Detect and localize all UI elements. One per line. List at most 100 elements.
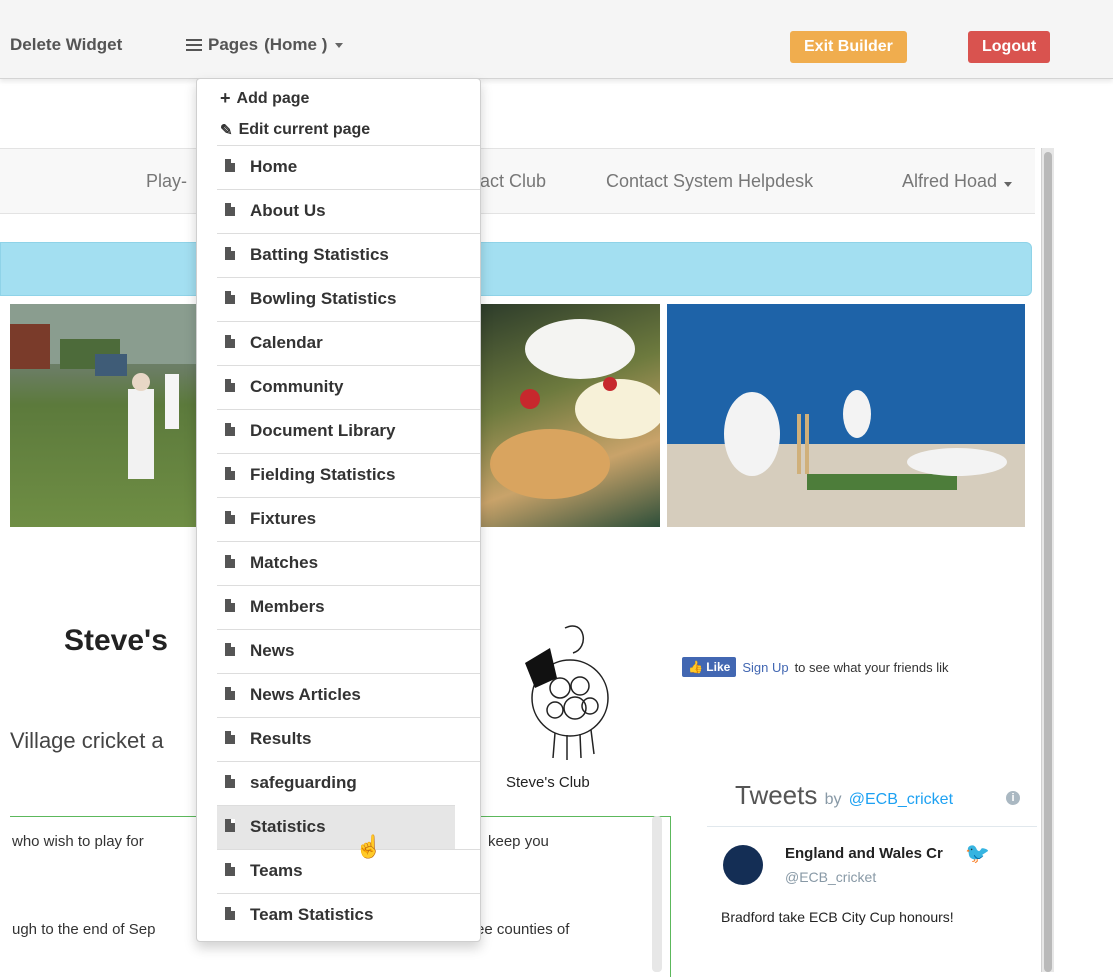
edit-current-page-label: Edit current page xyxy=(238,121,371,138)
page-menu-item-label: Team Statistics xyxy=(250,905,374,924)
nav-item-play[interactable]: Play- xyxy=(146,171,187,192)
page-menu-item-label: Teams xyxy=(250,861,303,880)
cricket-match-illustration xyxy=(10,304,200,479)
page-menu-item-label: Batting Statistics xyxy=(250,245,389,264)
page-menu-item-label: About Us xyxy=(250,201,326,220)
tweet-author-name[interactable]: England and Wales Cr xyxy=(785,845,943,862)
indoor-cricket-illustration xyxy=(667,304,1025,527)
delete-widget-button[interactable]: Delete Widget xyxy=(10,35,122,55)
page-menu-item[interactable]: Community xyxy=(217,365,480,409)
file-icon xyxy=(225,379,235,392)
logout-button[interactable]: Logout xyxy=(968,31,1051,63)
nav-item-contact-club[interactable]: act Club xyxy=(480,171,546,192)
caret-down-icon xyxy=(1004,182,1013,187)
page-menu-item-label: safeguarding xyxy=(250,773,357,792)
thumbs-up-icon: 👍 xyxy=(688,660,703,674)
page-menu-item[interactable]: Document Library xyxy=(217,409,480,453)
page-menu-item[interactable]: Members xyxy=(217,585,480,629)
page-menu-item[interactable]: News Articles xyxy=(217,673,480,717)
site-navbar: Play- act Club Contact System Helpdesk A… xyxy=(0,148,1035,214)
builder-toolbar: Delete Widget Pages (Home ) Exit Builder… xyxy=(0,0,1113,79)
facebook-signup-link[interactable]: Sign Up xyxy=(742,660,788,675)
page-menu-item-label: Calendar xyxy=(250,333,323,352)
tweets-handle-link[interactable]: @ECB_cricket xyxy=(849,791,953,808)
body-line: ee counties of xyxy=(476,921,570,938)
page-menu-item-label: News xyxy=(250,641,295,660)
file-icon xyxy=(225,731,235,744)
twitter-timeline-widget: Tweets by @ECB_cricket i England and Wal… xyxy=(707,770,1037,972)
facebook-like-button[interactable]: 👍 Like xyxy=(682,657,737,677)
info-icon[interactable]: i xyxy=(1006,791,1020,805)
file-icon xyxy=(225,203,235,216)
file-icon xyxy=(225,819,235,832)
tweets-title: Tweets by @ECB_cricket xyxy=(735,780,953,811)
like-label: Like xyxy=(706,660,731,674)
page-menu-item[interactable]: Matches xyxy=(217,541,480,585)
nav-item-user-menu[interactable]: Alfred Hoad xyxy=(902,171,1013,192)
file-icon xyxy=(225,599,235,612)
file-icon xyxy=(225,907,235,920)
cream-tea-illustration xyxy=(490,319,660,499)
scrollbar-thumb[interactable] xyxy=(1044,152,1052,972)
page-menu-item-label: Matches xyxy=(250,553,319,572)
hand-cursor-icon: ☝ xyxy=(355,834,383,859)
tweet-text: Bradford take ECB City Cup honours! xyxy=(721,909,954,925)
page-menu-item-label: Community xyxy=(250,377,344,396)
page-menu-item[interactable]: About Us xyxy=(217,189,480,233)
page-menu-item-label: Home xyxy=(250,157,298,176)
nav-item-contact-helpdesk[interactable]: Contact System Helpdesk xyxy=(606,171,813,192)
page-menu-item-label: Bowling Statistics xyxy=(250,289,397,308)
page-menu-item[interactable]: Team Statistics xyxy=(217,893,480,937)
cream-tea-photo xyxy=(470,304,660,527)
pencil-icon: ✎ xyxy=(220,122,233,139)
page-menu-item[interactable]: Teams xyxy=(217,849,480,893)
cricket-match-photo xyxy=(10,304,200,527)
add-page-menu-item[interactable]: + Add page xyxy=(220,88,309,109)
file-icon xyxy=(225,555,235,568)
edit-current-page-menu-item[interactable]: ✎ Edit current page xyxy=(220,121,370,139)
plus-icon: + xyxy=(220,88,231,108)
info-banner xyxy=(0,242,1032,296)
twitter-bird-icon: 🐦 xyxy=(965,843,990,865)
club-title: Steve's xyxy=(64,624,168,657)
page-menu-item[interactable]: Bowling Statistics xyxy=(217,277,480,321)
page-menu-item[interactable]: Statistics xyxy=(217,805,455,849)
file-icon xyxy=(225,159,235,172)
logo-caption: Steve's Club xyxy=(506,774,590,791)
current-page-label: (Home ) xyxy=(264,35,328,54)
caret-down-icon xyxy=(335,42,344,48)
page-menu-item[interactable]: Fixtures xyxy=(217,497,480,541)
tweet-author-handle[interactable]: @ECB_cricket xyxy=(785,869,876,885)
page-menu-item[interactable]: Fielding Statistics xyxy=(217,453,480,497)
page-menu-item-label: Statistics xyxy=(250,817,326,836)
page-menu-item-label: Document Library xyxy=(250,421,396,440)
facebook-signup-text: to see what your friends lik xyxy=(794,659,949,675)
pages-dropdown-toggle[interactable]: Pages (Home ) xyxy=(186,35,344,55)
add-page-label: Add page xyxy=(236,89,310,107)
avatar[interactable] xyxy=(723,845,763,885)
page-menu-item[interactable]: safeguarding xyxy=(217,761,480,805)
page-menu-item[interactable]: Calendar xyxy=(217,321,480,365)
indoor-cricket-photo xyxy=(667,304,1025,527)
sheep-logo xyxy=(525,625,609,760)
file-icon xyxy=(225,687,235,700)
page-menu-item[interactable]: News xyxy=(217,629,480,673)
page-menu-item-label: Fixtures xyxy=(250,509,317,528)
exit-builder-button[interactable]: Exit Builder xyxy=(790,31,907,63)
club-tagline: Village cricket a xyxy=(10,728,164,753)
file-icon xyxy=(225,467,235,480)
user-name: Alfred Hoad xyxy=(902,171,998,191)
page-scrollbar[interactable] xyxy=(1041,148,1054,972)
file-icon xyxy=(225,291,235,304)
site-preview: Play- act Club Contact System Helpdesk A… xyxy=(0,148,1037,977)
file-icon xyxy=(225,423,235,436)
page-menu-item[interactable]: Results xyxy=(217,717,480,761)
body-text-scrollbar[interactable] xyxy=(652,816,662,972)
body-line: ugh to the end of Sep xyxy=(12,921,156,938)
file-icon xyxy=(225,511,235,524)
page-menu-item[interactable]: Batting Statistics xyxy=(217,233,480,277)
page-menu-item[interactable]: Home xyxy=(217,145,480,189)
body-line: keep you xyxy=(488,833,549,850)
body-line: who wish to play for xyxy=(12,833,144,850)
tweet-card[interactable]: England and Wales Cr @ECB_cricket 🐦 Brad… xyxy=(707,826,1037,973)
